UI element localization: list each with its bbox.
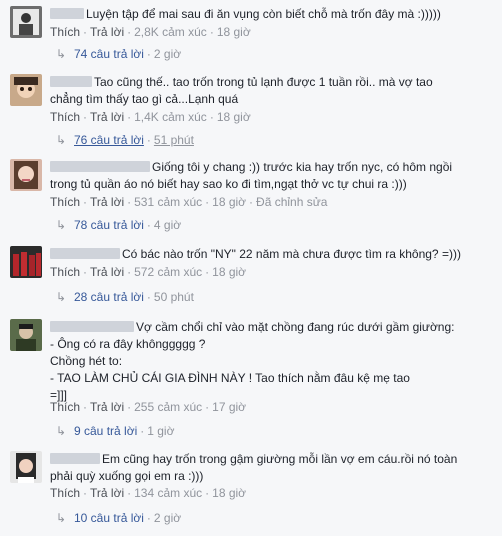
replies-count[interactable]: 10 câu trả lời (74, 511, 144, 525)
reaction-count[interactable]: 572 cảm xúc (134, 265, 202, 279)
author-name-blurred[interactable] (50, 248, 120, 259)
reaction-count[interactable]: 1,4K cảm xúc (134, 110, 207, 124)
comment-line: chẳng tìm thấy tao gì cả...Lạnh quá (50, 92, 239, 106)
comment-line: trong tủ quần áo nó biết hay sao ko đi t… (50, 177, 407, 191)
avatar[interactable] (10, 74, 42, 106)
comment-text: Em cũng hay trốn trong gậm giường mỗi lầ… (50, 451, 495, 485)
comment-time[interactable]: 18 giờ (217, 25, 251, 39)
edited-label[interactable]: Đã chỉnh sửa (256, 195, 327, 209)
replies-time: 50 phút (153, 290, 194, 304)
comment-actions: Thích · Trả lời · 2,8K cảm xúc · 18 giờ (50, 25, 251, 39)
replies-count[interactable]: 76 câu trả lời (74, 133, 144, 147)
author-name-blurred[interactable] (50, 76, 92, 87)
comment-actions: Thích · Trả lời · 134 cảm xúc · 18 giờ (50, 486, 247, 500)
replies-count[interactable]: 28 câu trả lời (74, 290, 144, 304)
view-replies[interactable]: ↳ 10 câu trả lời · 2 giờ (56, 511, 181, 525)
replies-time: 4 giờ (153, 218, 182, 232)
comment-line: Luyện tập để mai sau đi ăn vụng còn biết… (86, 7, 441, 21)
view-replies[interactable]: ↳ 76 câu trả lời · 51 phút (56, 133, 194, 147)
avatar[interactable] (10, 451, 42, 483)
replies-count[interactable]: 74 câu trả lời (74, 47, 144, 61)
comment-line: - Ông có ra đây khônggggg ? (50, 337, 206, 351)
avatar[interactable] (10, 246, 42, 278)
like-link[interactable]: Thích (50, 195, 80, 209)
comment-line: Giống tôi y chang :)) trước kia hay trốn… (152, 160, 453, 174)
author-name-blurred[interactable] (50, 321, 134, 332)
reaction-count[interactable]: 255 cảm xúc (134, 400, 202, 414)
author-name-blurred[interactable] (50, 453, 100, 464)
comment-time[interactable]: 17 giờ (212, 400, 246, 414)
avatar[interactable] (10, 6, 42, 38)
like-link[interactable]: Thích (50, 486, 80, 500)
reply-arrow-icon: ↳ (56, 47, 67, 61)
comment-actions: Thích · Trả lời · 1,4K cảm xúc · 18 giờ (50, 110, 251, 124)
replies-time: 2 giờ (153, 511, 182, 525)
comment-line: - TAO LÀM CHỦ CÁI GIA ĐÌNH NÀY ! Tao thí… (50, 371, 410, 385)
view-replies[interactable]: ↳ 74 câu trả lời · 2 giờ (56, 47, 181, 61)
comment-line: Em cũng hay trốn trong gậm giường mỗi lầ… (102, 452, 458, 466)
reply-arrow-icon: ↳ (56, 511, 67, 525)
comment-text: Giống tôi y chang :)) trước kia hay trốn… (50, 159, 495, 193)
comment-text: Tao cũng thế.. tao trốn trong tủ lạnh đư… (50, 74, 495, 108)
comment-text: Luyện tập để mai sau đi ăn vụng còn biết… (50, 6, 495, 23)
reaction-count[interactable]: 531 cảm xúc (134, 195, 202, 209)
reply-arrow-icon: ↳ (56, 133, 67, 147)
reply-link[interactable]: Trả lời (90, 110, 124, 124)
replies-time: 1 giờ (147, 424, 175, 438)
reply-link[interactable]: Trả lời (90, 400, 124, 414)
comment-line: Vợ cầm chổi chỉ vào mặt chồng đang rúc d… (136, 320, 455, 334)
like-link[interactable]: Thích (50, 400, 80, 414)
comment-actions: Thích · Trả lời · 255 cảm xúc · 17 giờ (50, 400, 247, 414)
view-replies[interactable]: ↳ 28 câu trả lời · 50 phút (56, 290, 194, 304)
comment-line: Có bác nào trốn "NY" 22 năm mà chưa được… (122, 247, 461, 261)
like-link[interactable]: Thích (50, 265, 80, 279)
comment-line: Tao cũng thế.. tao trốn trong tủ lạnh đư… (94, 75, 433, 89)
comment-line: phải quỳ xuống gọi em ra :))) (50, 469, 204, 483)
reaction-count[interactable]: 2,8K cảm xúc (134, 25, 207, 39)
author-name-blurred[interactable] (50, 8, 84, 19)
author-name-blurred[interactable] (50, 161, 150, 172)
comment-time[interactable]: 18 giờ (217, 110, 251, 124)
view-replies[interactable]: ↳ 9 câu trả lời · 1 giờ (56, 424, 174, 438)
reply-link[interactable]: Trả lời (90, 265, 124, 279)
comment-actions: Thích · Trả lời · 531 cảm xúc · 18 giờ · Đã chỉn… (50, 195, 328, 209)
comment-text: Có bác nào trốn "NY" 22 năm mà chưa được… (50, 246, 495, 263)
reply-link[interactable]: Trả lời (90, 486, 124, 500)
reply-arrow-icon: ↳ (56, 424, 67, 438)
like-link[interactable]: Thích (50, 110, 80, 124)
replies-time: 2 giờ (153, 47, 182, 61)
comment-line: Chồng hét to: (50, 354, 123, 368)
avatar[interactable] (10, 319, 42, 351)
replies-count[interactable]: 9 câu trả lời (74, 424, 137, 438)
comment-text: Vợ cầm chổi chỉ vào mặt chồng đang rúc d… (50, 319, 495, 404)
reply-link[interactable]: Trả lời (90, 195, 124, 209)
comment-thread: Luyện tập để mai sau đi ăn vụng còn biết… (0, 0, 502, 536)
reaction-count[interactable]: 134 cảm xúc (134, 486, 202, 500)
replies-count[interactable]: 78 câu trả lời (74, 218, 144, 232)
comment-time[interactable]: 18 giờ (212, 486, 246, 500)
reply-arrow-icon: ↳ (56, 290, 67, 304)
comment-actions: Thích · Trả lời · 572 cảm xúc · 18 giờ (50, 265, 247, 279)
comment-time[interactable]: 18 giờ (212, 265, 246, 279)
reply-link[interactable]: Trả lời (90, 25, 124, 39)
replies-time: 51 phút (153, 133, 194, 147)
reply-arrow-icon: ↳ (56, 218, 67, 232)
like-link[interactable]: Thích (50, 25, 80, 39)
comment-time[interactable]: 18 giờ (212, 195, 246, 209)
view-replies[interactable]: ↳ 78 câu trả lời · 4 giờ (56, 218, 181, 232)
avatar[interactable] (10, 159, 42, 191)
